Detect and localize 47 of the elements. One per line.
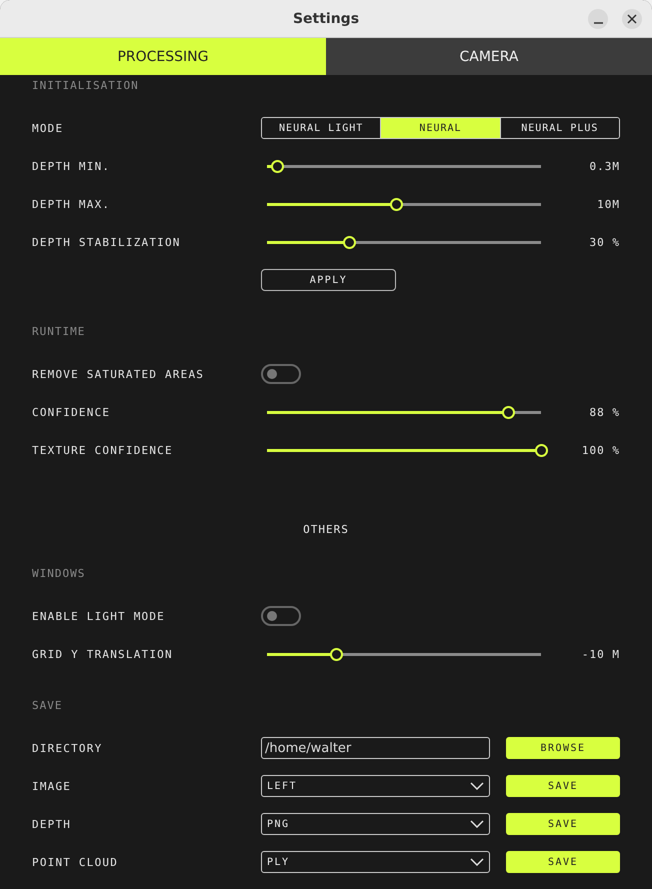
format-dropdown[interactable]: PNG [261,813,490,835]
setting-label: MODE [32,122,64,134]
browse-button[interactable]: BROWSE [506,737,620,759]
tab[interactable]: PROCESSING [0,38,326,75]
slider-value: 0.3M [590,160,620,172]
setting-label: DEPTH STABILIZATION [32,236,181,248]
close-icon [627,14,637,24]
directory-field[interactable]: /home/walter [261,737,490,759]
save-button[interactable]: SAVE [506,775,620,797]
save-button[interactable]: SAVE [506,813,620,835]
tab[interactable]: CAMERA [326,38,652,75]
mode-option[interactable]: NEURAL [380,118,500,138]
chevron-down-icon [470,782,484,790]
mode-option[interactable]: NEURAL PLUS [500,118,619,138]
slider-value: 10M [597,198,620,210]
setting-label: CONFIDENCE [32,406,110,418]
save-button[interactable]: SAVE [506,851,620,873]
chevron-down-icon [470,820,484,828]
setting-label: IMAGE [32,780,72,792]
slider-value: 88 % [590,406,620,418]
apply-button[interactable]: APPLY [261,269,396,291]
minimize-icon [594,22,602,24]
minimize-button[interactable] [588,9,608,29]
close-button[interactable] [622,9,642,29]
setting-label: DIRECTORY [32,742,102,754]
setting-label: GRID Y TRANSLATION [32,648,173,660]
slider-value: 30 % [590,236,620,248]
setting-label: DEPTH MIN. [32,160,110,172]
chevron-down-icon [470,858,484,866]
toggle-switch[interactable] [261,606,301,626]
setting-label: DEPTH [32,818,72,830]
setting-label: REMOVE SATURATED AREAS [32,368,204,380]
group-title: RUNTIME [32,324,86,340]
setting-label: DEPTH MAX. [32,198,110,210]
group-title: SAVE [32,698,62,714]
setting-label: ENABLE LIGHT MODE [32,610,165,622]
format-dropdown[interactable]: LEFT [261,775,490,797]
group-title: WINDOWS [32,566,86,582]
slider-value: 100 % [582,444,620,456]
slider-value: -10 M [582,648,620,660]
section-heading: OTHERS [303,522,349,538]
window-title: Settings [292,10,360,26]
setting-label: TEXTURE CONFIDENCE [32,444,173,456]
format-dropdown[interactable]: PLY [261,851,490,873]
setting-label: POINT CLOUD [32,856,118,868]
group-title: INITIALISATION [32,78,139,94]
toggle-switch[interactable] [261,364,301,384]
